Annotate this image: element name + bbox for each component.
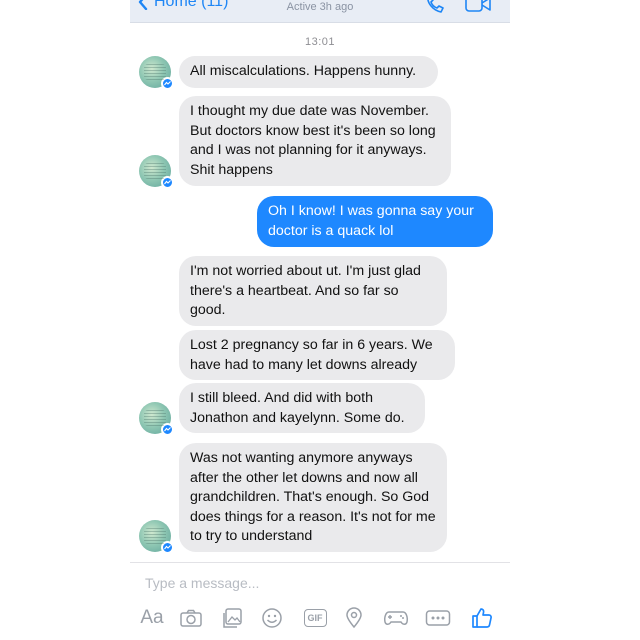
message-composer: Type a message... Aa GIF	[130, 562, 510, 640]
phone-call-icon[interactable]	[424, 0, 446, 16]
avatar[interactable]	[139, 402, 174, 436]
message-bubble-incoming[interactable]: All miscalculations. Happens hunny.	[179, 56, 438, 88]
message-bubble-incoming[interactable]: Lost 2 pregnancy so far in 6 years. We h…	[179, 330, 455, 380]
message-bubble-incoming[interactable]: I thought my due date was November. But …	[179, 96, 451, 186]
message-bubble-incoming[interactable]: I still bleed. And did with both Jonatho…	[179, 383, 425, 433]
messenger-badge-icon	[161, 176, 174, 189]
gallery-icon[interactable]	[219, 605, 245, 631]
message-input[interactable]: Type a message...	[145, 575, 259, 591]
avatar[interactable]	[139, 155, 174, 189]
message-timestamp: 13:01	[304, 36, 336, 48]
text-format-label: Aa	[140, 607, 164, 628]
message-bubble-outgoing[interactable]: Oh I know! I was gonna say your doctor i…	[257, 196, 493, 247]
messenger-badge-icon	[161, 541, 174, 554]
emoji-icon[interactable]	[259, 605, 285, 631]
avatar[interactable]	[139, 56, 174, 90]
conversation-header: Home (11) Active 3h ago	[130, 0, 510, 23]
video-call-icon[interactable]	[464, 0, 492, 16]
game-controller-icon[interactable]	[382, 605, 410, 631]
composer-toolbar: Aa GIF	[130, 605, 510, 631]
messenger-badge-icon	[161, 423, 174, 436]
gif-label: GIF	[303, 609, 327, 627]
messenger-screen: Home (11) Active 3h ago 13:01 All miscal…	[130, 0, 510, 640]
text-format-icon[interactable]: Aa	[138, 605, 166, 631]
camera-icon[interactable]	[178, 605, 204, 631]
avatar[interactable]	[139, 520, 174, 554]
thumbs-up-icon[interactable]	[468, 605, 496, 631]
location-icon[interactable]	[342, 605, 366, 631]
message-bubble-incoming[interactable]: I'm not worried about ut. I'm just glad …	[179, 256, 447, 326]
more-icon[interactable]	[424, 605, 452, 631]
messenger-badge-icon	[161, 77, 174, 90]
gif-icon[interactable]: GIF	[301, 605, 329, 631]
message-bubble-incoming[interactable]: Was not wanting anymore anyways after th…	[179, 443, 447, 552]
